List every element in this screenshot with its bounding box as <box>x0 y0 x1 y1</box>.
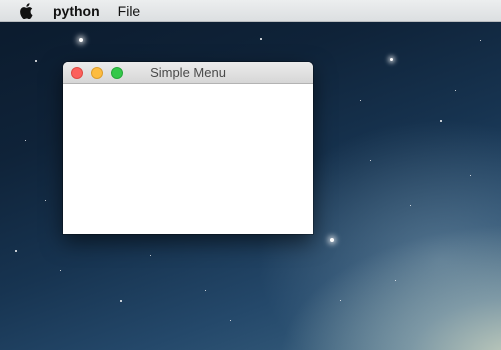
star <box>205 290 206 291</box>
menu-item-file[interactable]: File <box>118 3 141 19</box>
window-content <box>63 84 313 234</box>
star <box>260 38 262 40</box>
star <box>150 255 151 256</box>
star <box>120 300 122 302</box>
menu-bar: python File <box>0 0 501 22</box>
menu-app-name[interactable]: python <box>53 3 100 19</box>
star <box>60 270 61 271</box>
star <box>330 238 334 242</box>
star <box>360 100 361 101</box>
star <box>480 40 481 41</box>
star <box>455 90 456 91</box>
star <box>440 120 442 122</box>
star <box>25 140 26 141</box>
star <box>35 60 37 62</box>
star <box>470 175 471 176</box>
star <box>79 38 83 42</box>
app-window: Simple Menu <box>63 62 313 234</box>
star <box>15 250 17 252</box>
star <box>370 160 371 161</box>
star <box>395 280 396 281</box>
star <box>390 58 393 61</box>
apple-icon[interactable] <box>19 2 33 19</box>
star <box>45 200 46 201</box>
star <box>230 320 231 321</box>
star <box>340 300 341 301</box>
star <box>410 205 411 206</box>
window-title: Simple Menu <box>150 65 226 80</box>
window-titlebar[interactable]: Simple Menu <box>63 62 313 84</box>
